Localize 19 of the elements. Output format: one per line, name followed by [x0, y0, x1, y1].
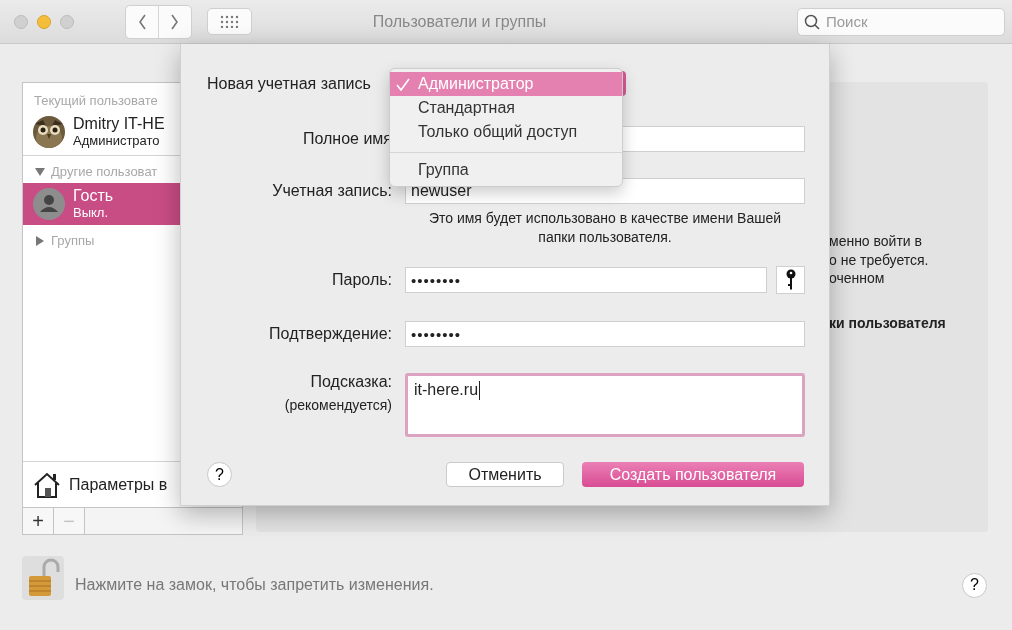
field-hint-label: (рекомендуется) — [284, 397, 392, 413]
field-label: Учетная запись: — [272, 182, 392, 200]
field-label: Пароль: — [332, 271, 392, 289]
lock-status-text: Нажмите на замок, чтобы запретить изменения. — [75, 576, 435, 594]
field-label: Подсказка: — [310, 373, 392, 391]
info-text: ки пользователя — [829, 313, 947, 332]
info-text: оченном — [829, 269, 886, 288]
user-role: Выкл. — [73, 205, 110, 221]
field-label: Подтверждение: — [269, 325, 392, 343]
info-text: менно войти в — [829, 232, 923, 251]
field-note: Это имя будет использовано в качестве имени Вашей папки пользователя. — [427, 209, 783, 247]
window-title: Пользователи и группы — [371, 12, 548, 31]
info-text: о не требуется. — [829, 250, 930, 269]
section-header: Группы — [51, 233, 95, 248]
field-label: Новая учетная запись — [206, 74, 371, 93]
user-name: Гость — [73, 187, 114, 205]
user-role: Администрато — [73, 133, 161, 149]
section-header: Другие пользоват — [51, 164, 158, 179]
user-name: Dmitry IT-HE — [73, 115, 165, 133]
